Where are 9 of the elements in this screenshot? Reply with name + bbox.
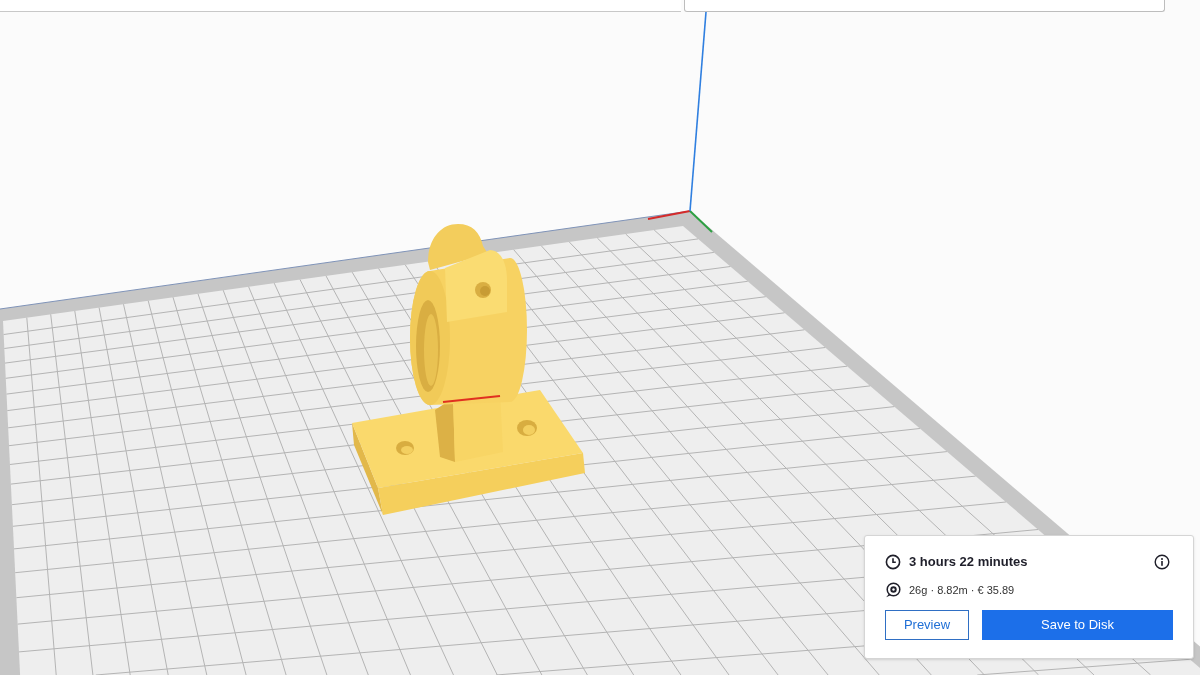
y-axis-line [689, 210, 713, 233]
x-axis-line [647, 210, 691, 220]
print-time: 3 hours 22 minutes [909, 554, 1028, 570]
spool-icon [885, 582, 901, 598]
material-usage: 26g · 8.82m · € 35.89 [909, 583, 1015, 598]
clock-icon [885, 554, 901, 570]
preview-button[interactable]: Preview [885, 610, 969, 640]
info-icon[interactable] [1154, 554, 1170, 570]
save-button[interactable]: Save to Disk [982, 610, 1173, 640]
